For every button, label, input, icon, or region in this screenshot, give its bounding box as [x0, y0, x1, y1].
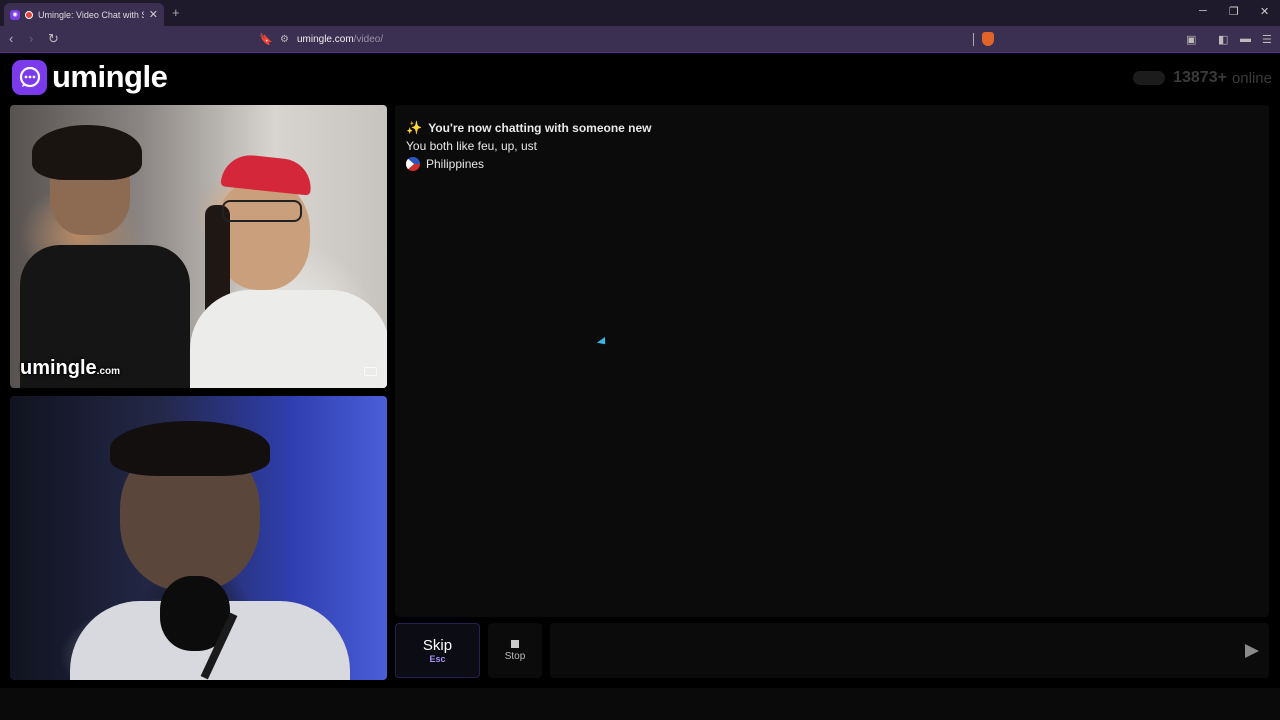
- philippines-flag-icon: [406, 157, 420, 171]
- umingle-watermark: umingle.com: [20, 357, 121, 379]
- bottom-bar: [0, 688, 1280, 720]
- chat-panel: ✨ You're now chatting with someone new Y…: [395, 105, 1269, 617]
- reload-button[interactable]: ↻: [48, 31, 59, 47]
- back-button[interactable]: ‹: [9, 31, 13, 46]
- umingle-favicon-icon: ◉: [10, 9, 20, 20]
- browser-toolbar: ‹ › ↻ 🔖 ⚙ umingle.com/video/ ▣ ◧ ▬ ☰: [0, 26, 1280, 53]
- self-video: [10, 396, 387, 680]
- theme-toggle[interactable]: [1133, 71, 1166, 85]
- sidebar-icon[interactable]: ◧: [1218, 33, 1228, 46]
- stop-label: Stop: [504, 650, 526, 662]
- url-host: umingle.com: [296, 34, 354, 45]
- close-window-button[interactable]: ✕: [1260, 5, 1269, 18]
- bookmark-icon[interactable]: 🔖: [259, 33, 273, 46]
- chat-bubble-logo-icon: [12, 59, 47, 95]
- skip-shortcut-label: Esc: [429, 654, 446, 664]
- new-tab-button[interactable]: +: [172, 5, 180, 20]
- tab-title: Umingle: Video Chat with Strangers: [38, 9, 144, 20]
- self-hair: [110, 421, 270, 476]
- system-message-text: You're now chatting with someone new: [428, 121, 652, 135]
- stranger-video: umingle.com: [10, 105, 387, 388]
- send-icon[interactable]: [1245, 644, 1259, 658]
- online-label: online: [1231, 69, 1272, 87]
- tab-close-icon[interactable]: ✕: [149, 8, 158, 21]
- site-settings-icon[interactable]: ⚙: [280, 34, 289, 45]
- stop-button[interactable]: Stop: [488, 623, 542, 678]
- browser-tab-umingle[interactable]: ◉ Umingle: Video Chat with Strangers ✕: [4, 3, 164, 26]
- restore-window-button[interactable]: ❐: [1229, 5, 1239, 18]
- brave-shields-icon[interactable]: [982, 32, 994, 46]
- stranger-hair-left: [32, 125, 142, 180]
- menu-icon[interactable]: ☰: [1262, 33, 1272, 46]
- online-counter: 13873+ online: [1133, 69, 1272, 87]
- country-text: Philippines: [426, 157, 485, 171]
- sparkles-icon: ✨: [406, 120, 423, 135]
- browser-tab-bar: ◉ Umingle: Video Chat with Strangers ✕ +…: [0, 0, 1280, 26]
- wallet-icon[interactable]: ▬: [1240, 33, 1251, 45]
- umingle-page: umingle 13873+ online umingle.com ✨ You'…: [0, 54, 1280, 688]
- logo-text: umingle: [52, 59, 168, 94]
- extensions-icon[interactable]: ▣: [1186, 33, 1196, 46]
- system-message-new-chat: ✨ You're now chatting with someone new: [406, 119, 1258, 137]
- stop-icon: [511, 639, 519, 648]
- stranger-white-shirt: [190, 290, 387, 388]
- toolbar-divider: [973, 33, 974, 46]
- minimize-window-button[interactable]: ─: [1199, 5, 1207, 17]
- message-input[interactable]: [550, 623, 1269, 678]
- stranger-glasses: [222, 200, 302, 222]
- interests-text: You both like feu, up, ust: [406, 139, 537, 153]
- report-flag-icon[interactable]: [364, 367, 377, 376]
- forward-button[interactable]: ›: [29, 31, 33, 46]
- online-count: 13873+: [1173, 69, 1227, 86]
- url-path: /video/: [353, 34, 384, 45]
- system-message-country: Philippines: [406, 155, 1258, 173]
- skip-button[interactable]: Skip Esc: [395, 623, 480, 678]
- umingle-logo[interactable]: umingle: [12, 59, 168, 95]
- recording-indicator-icon: [25, 10, 33, 19]
- skip-label: Skip: [422, 637, 453, 654]
- system-message-interests: You both like feu, up, ust: [406, 137, 1258, 155]
- address-bar[interactable]: ⚙ umingle.com/video/: [280, 29, 1000, 50]
